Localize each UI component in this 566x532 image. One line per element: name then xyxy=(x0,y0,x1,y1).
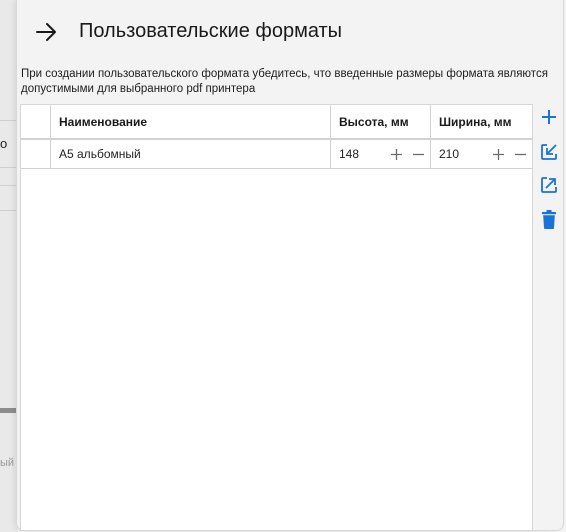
header-width[interactable]: Ширина, мм xyxy=(431,105,532,138)
header-height[interactable]: Высота, мм xyxy=(331,105,431,138)
background-faded-text: ый xyxy=(0,457,15,469)
height-cell: 148 xyxy=(331,140,431,168)
background-fragment-text: о xyxy=(0,136,8,151)
delete-format-button[interactable] xyxy=(537,207,561,231)
name-cell[interactable]: А5 альбомный xyxy=(51,140,331,168)
add-format-button[interactable] xyxy=(537,105,561,129)
trash-icon xyxy=(542,209,556,229)
arrow-right-icon xyxy=(36,23,56,41)
width-decrement-button[interactable] xyxy=(510,144,530,164)
minus-icon xyxy=(514,153,526,155)
plus-icon xyxy=(390,148,402,160)
height-decrement-button[interactable] xyxy=(408,144,428,164)
height-increment-button[interactable] xyxy=(386,144,406,164)
custom-formats-dialog: Пользовательские форматы При создании по… xyxy=(16,0,564,531)
row-selector[interactable] xyxy=(21,140,51,168)
width-stepper: 210 xyxy=(439,144,532,164)
export-format-button[interactable] xyxy=(537,173,561,197)
import-format-button[interactable] xyxy=(537,140,561,164)
width-value[interactable]: 210 xyxy=(439,147,488,161)
dialog-title: Пользовательские форматы xyxy=(79,20,343,42)
back-button[interactable] xyxy=(33,18,61,46)
header-select-cell xyxy=(21,105,51,138)
minus-icon xyxy=(412,153,424,155)
hint-text: При создании пользовательского формата у… xyxy=(21,68,548,95)
width-cell: 210 xyxy=(431,140,532,168)
formats-table: Наименование Высота, мм Ширина, мм А5 ал… xyxy=(20,104,533,531)
import-icon xyxy=(541,144,557,160)
width-increment-button[interactable] xyxy=(488,144,508,164)
plus-icon xyxy=(492,148,504,160)
header-name[interactable]: Наименование xyxy=(51,105,331,138)
table-row[interactable]: А5 альбомный 148 210 xyxy=(21,140,532,169)
plus-icon xyxy=(542,110,556,124)
height-stepper: 148 xyxy=(339,144,430,164)
table-header-row: Наименование Высота, мм Ширина, мм xyxy=(21,105,532,140)
export-icon xyxy=(541,177,557,193)
height-value[interactable]: 148 xyxy=(339,147,386,161)
